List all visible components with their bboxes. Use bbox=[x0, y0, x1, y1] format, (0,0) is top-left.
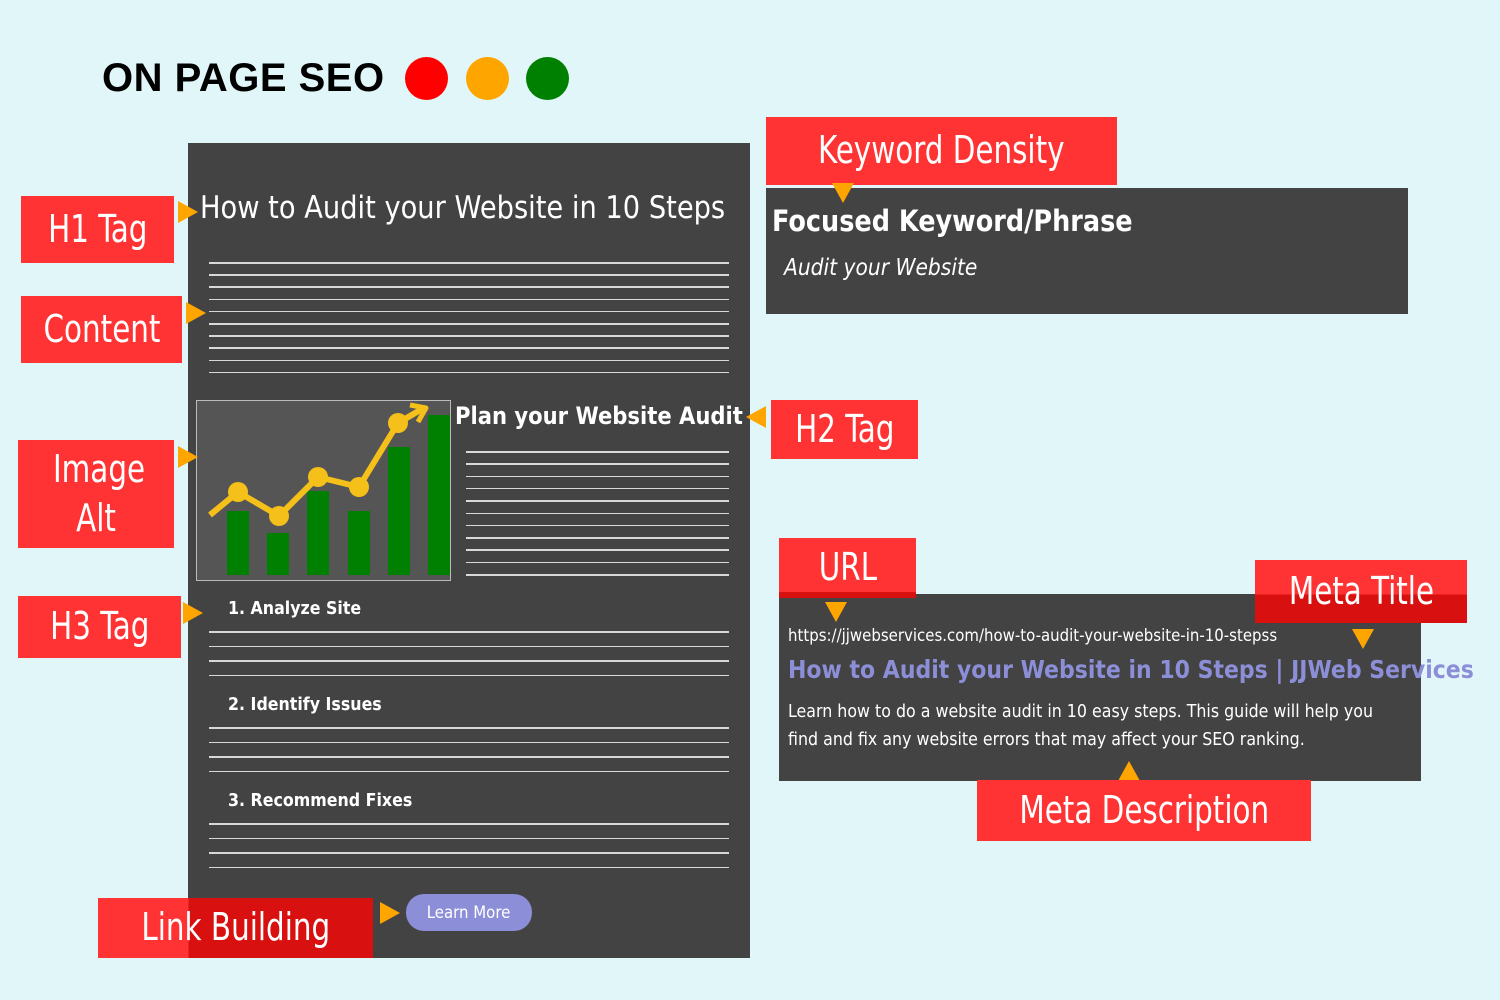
text-line bbox=[466, 549, 729, 551]
link-building-label: Link Building bbox=[98, 898, 373, 958]
arrow-right-icon bbox=[380, 902, 400, 924]
serp-description: Learn how to do a website audit in 10 ea… bbox=[788, 701, 1374, 750]
text-line bbox=[209, 645, 729, 647]
text-line bbox=[209, 823, 729, 825]
arrow-down-icon bbox=[825, 602, 847, 622]
page-title: ON PAGE SEO bbox=[102, 56, 385, 100]
content-label: Content bbox=[21, 296, 182, 363]
h1-heading: How to Audit your Website in 10 Steps bbox=[200, 190, 726, 226]
red-dot bbox=[405, 57, 448, 100]
text-line bbox=[466, 463, 729, 465]
text-line bbox=[209, 298, 729, 301]
arrow-down-icon bbox=[832, 183, 854, 203]
serp-title-link[interactable]: How to Audit your Website in 10 Steps | … bbox=[788, 655, 1500, 684]
text-line bbox=[209, 262, 729, 264]
text-line bbox=[466, 512, 729, 514]
bar bbox=[267, 533, 289, 575]
arrow-left-icon bbox=[746, 406, 766, 428]
text-line bbox=[209, 310, 729, 313]
keyword-heading: Focused Keyword/Phrase bbox=[772, 204, 1133, 238]
chart-image bbox=[196, 400, 451, 581]
text-line bbox=[209, 323, 729, 325]
arrow-right-icon bbox=[178, 201, 198, 223]
text-line bbox=[209, 347, 729, 349]
text-line bbox=[209, 837, 729, 839]
text-line bbox=[209, 631, 729, 633]
text-line bbox=[209, 741, 729, 743]
h1-tag-label: H1 Tag bbox=[21, 196, 174, 263]
arrow-right-icon bbox=[186, 302, 206, 324]
h2-heading: Plan your Website Audit bbox=[455, 402, 743, 430]
green-dot bbox=[526, 57, 569, 100]
learn-more-button[interactable]: Learn More bbox=[406, 894, 532, 931]
keyword-density-label: Keyword Density bbox=[766, 117, 1117, 185]
h2-tag-label: H2 Tag bbox=[771, 400, 918, 459]
text-line bbox=[466, 561, 729, 564]
h3-heading-3: 3. Recommend Fixes bbox=[228, 790, 413, 811]
orange-dot bbox=[466, 57, 509, 100]
arrow-right-icon bbox=[178, 446, 198, 468]
text-line bbox=[209, 335, 729, 337]
text-line bbox=[466, 524, 729, 527]
text-line bbox=[466, 451, 729, 453]
bar bbox=[227, 511, 249, 575]
text-line bbox=[466, 537, 729, 539]
text-line bbox=[209, 770, 729, 772]
arrow-down-icon bbox=[1352, 629, 1374, 649]
h3-heading-1: 1. Analyze Site bbox=[228, 598, 362, 619]
text-line bbox=[466, 574, 729, 576]
text-line bbox=[466, 475, 729, 478]
arrow-up-icon bbox=[1118, 761, 1140, 781]
text-line bbox=[466, 487, 729, 490]
text-line bbox=[209, 756, 729, 758]
text-line bbox=[209, 727, 729, 729]
text-line bbox=[209, 852, 729, 854]
serp-url[interactable]: https://jjwebservices.com/how-to-audit-y… bbox=[788, 626, 1344, 646]
url-label: URL bbox=[779, 538, 916, 598]
h3-heading-2: 2. Identify Issues bbox=[228, 694, 382, 715]
meta-title-label: Meta Title bbox=[1255, 560, 1467, 623]
image-alt-label: Image Alt bbox=[18, 440, 174, 548]
bar bbox=[348, 511, 370, 575]
h3-tag-label: H3 Tag bbox=[18, 596, 181, 658]
text-line bbox=[466, 500, 729, 502]
text-line bbox=[209, 359, 729, 362]
bar bbox=[388, 447, 410, 575]
text-line bbox=[209, 866, 729, 868]
text-line bbox=[209, 274, 729, 276]
text-line bbox=[209, 660, 729, 662]
text-line bbox=[209, 371, 729, 374]
text-line bbox=[209, 286, 729, 288]
text-line bbox=[209, 674, 729, 676]
meta-description-label: Meta Description bbox=[977, 780, 1311, 841]
keyword-value: Audit your Website bbox=[784, 255, 978, 281]
bar bbox=[428, 415, 450, 575]
arrow-right-icon bbox=[183, 602, 203, 624]
bar bbox=[307, 491, 329, 575]
